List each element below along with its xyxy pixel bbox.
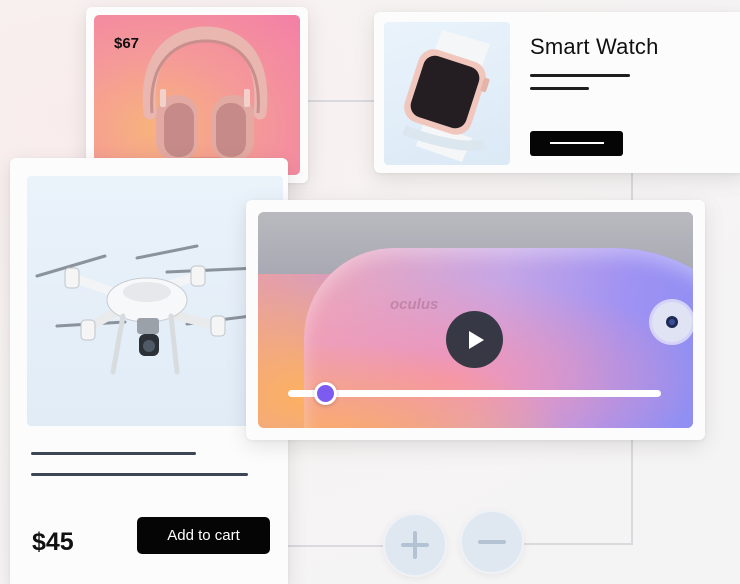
video-frame[interactable]: oculus (258, 212, 693, 428)
add-to-cart-button[interactable]: Add to cart (137, 517, 270, 554)
play-icon (468, 330, 484, 349)
headphones-product-card[interactable]: $67 (86, 7, 308, 183)
drone-icon (35, 244, 269, 375)
video-seek-bar[interactable] (288, 382, 661, 405)
product-price: $45 (32, 528, 74, 556)
watch-action-button[interactable] (530, 131, 623, 156)
video-player-card[interactable]: oculus (246, 200, 705, 440)
description-line (31, 473, 248, 476)
zoom-in-button[interactable] (383, 513, 447, 577)
button-label-placeholder (550, 142, 604, 144)
seek-handle[interactable] (313, 382, 337, 405)
connector-line (631, 173, 633, 200)
play-button[interactable] (446, 311, 503, 368)
zoom-out-button[interactable] (460, 510, 524, 574)
connector-line (308, 100, 374, 102)
brand-logo-text: oculus (390, 296, 439, 313)
connector-line (524, 543, 633, 545)
minus-icon (478, 540, 506, 544)
connector-line (631, 440, 633, 544)
connector-line (288, 545, 383, 547)
smartwatch-product-card[interactable]: Smart Watch (374, 12, 740, 173)
headphones-icon (134, 26, 274, 173)
smartwatch-icon (402, 30, 490, 162)
description-line (530, 87, 589, 90)
headphones-image: $67 (94, 15, 300, 175)
product-title: Smart Watch (530, 34, 659, 59)
plus-icon (401, 531, 429, 559)
description-line (530, 74, 630, 77)
drone-image (27, 176, 283, 426)
smartwatch-image (384, 22, 510, 165)
sensor-icon (666, 316, 678, 328)
headset-sensor (652, 302, 692, 342)
description-line (31, 452, 196, 455)
